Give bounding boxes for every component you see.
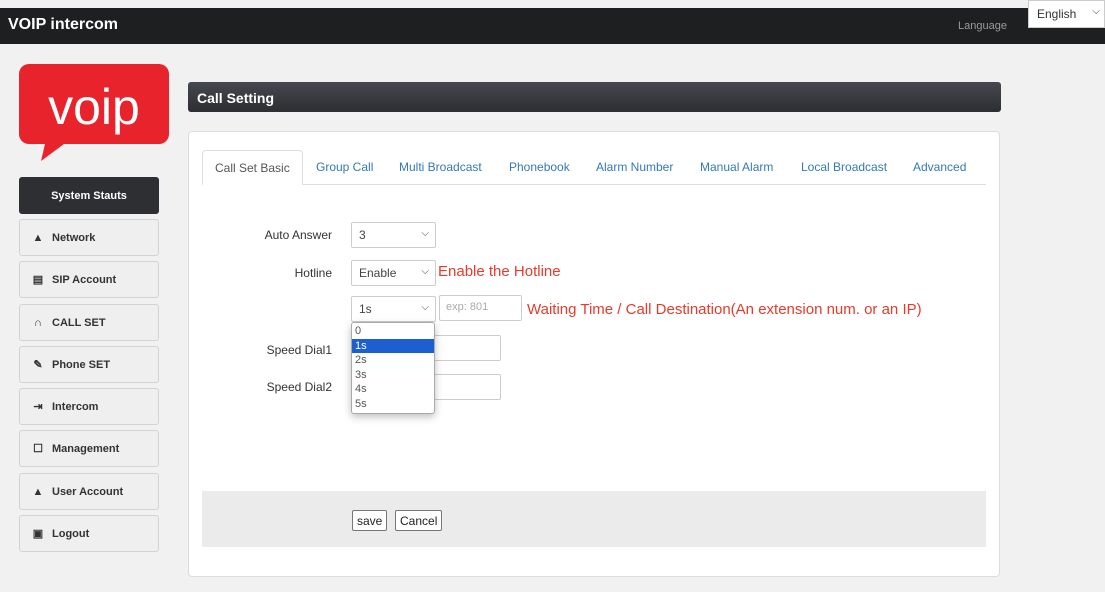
page-title: Call Setting (188, 82, 1001, 112)
tab-call-set-basic[interactable]: Call Set Basic (202, 150, 303, 185)
dropdown-option[interactable]: 3s (352, 368, 434, 383)
sidebar-item-label: Management (52, 442, 120, 455)
language-label: Language (958, 20, 1007, 32)
wait-time-value: 1s (359, 302, 372, 316)
sidebar-item-management[interactable]: ☐ Management (19, 430, 159, 467)
sidebar-item-label: System Stauts (51, 189, 127, 202)
wait-annotation: Waiting Time / Call Destination(An exten… (527, 301, 922, 318)
network-icon: ▲ (32, 231, 44, 244)
hotline-annotation: Enable the Hotline (438, 263, 561, 280)
edit-icon: ☐ (33, 443, 43, 455)
hotline-label: Hotline (294, 266, 332, 280)
tab-multi-broadcast[interactable]: Multi Broadcast (399, 150, 482, 184)
sign-in-icon: ⇥ (33, 401, 43, 413)
sidebar-item-label: Logout (52, 527, 90, 540)
auto-answer-label: Auto Answer (264, 228, 332, 242)
destination-input[interactable]: exp: 801 (439, 295, 522, 321)
top-bar: VOIP intercom Language (0, 8, 1105, 44)
wait-time-select[interactable]: 1s ⌵ (351, 296, 436, 322)
sidebar-item-logout[interactable]: ▣ Logout (19, 515, 159, 552)
speed-dial2-label: Speed Dial2 (266, 380, 332, 394)
pencil-icon: ✎ (33, 359, 43, 371)
tab-phonebook[interactable]: Phonebook (509, 150, 570, 184)
tab-group-call[interactable]: Group Call (316, 150, 373, 184)
sidebar-item-label: Network (52, 231, 96, 244)
auto-answer-value: 3 (359, 228, 366, 242)
sidebar-item-label: SIP Account (52, 273, 117, 286)
speed-dial1-label: Speed Dial1 (266, 343, 332, 357)
language-value: English (1037, 7, 1077, 21)
wait-time-dropdown: 0 1s 2s 3s 4s 5s (351, 322, 435, 414)
tab-bar: Call Set Basic Group Call Multi Broadcas… (202, 150, 986, 185)
sidebar-item-network[interactable]: ▲ Network (19, 219, 159, 256)
sidebar-item-user-account[interactable]: ▲ User Account (19, 473, 159, 510)
book-icon: ▤ (32, 274, 44, 286)
chevron-down-icon: ⌵ (421, 266, 429, 277)
voip-logo: voip (19, 64, 169, 161)
tab-alarm-number[interactable]: Alarm Number (596, 150, 673, 184)
hotline-value: Enable (359, 266, 397, 280)
sidebar-item-label: Phone SET (52, 358, 111, 371)
sidebar-item-label: Intercom (52, 400, 99, 413)
dropdown-option[interactable]: 2s (352, 353, 434, 368)
tab-local-broadcast[interactable]: Local Broadcast (801, 150, 887, 184)
headset-icon: ∩ (34, 316, 42, 329)
sidebar-item-label: CALL SET (52, 316, 106, 329)
sidebar-item-phone-set[interactable]: ✎ Phone SET (19, 346, 159, 383)
dropdown-option[interactable]: 5s (352, 397, 434, 412)
chevron-down-icon: ⌵ (421, 228, 429, 239)
tab-manual-alarm[interactable]: Manual Alarm (700, 150, 773, 184)
cancel-button[interactable]: Cancel (395, 510, 443, 531)
dropdown-option[interactable]: 0 (352, 324, 434, 339)
sidebar-item-intercom[interactable]: ⇥ Intercom (19, 388, 159, 425)
dropdown-option[interactable]: 4s (352, 382, 434, 397)
chevron-down-icon: ⌵ (1092, 6, 1100, 17)
form-footer (202, 491, 986, 547)
language-select[interactable]: English ⌵ (1028, 0, 1105, 28)
user-icon: ▲ (32, 485, 44, 498)
tab-advanced[interactable]: Advanced (913, 150, 966, 184)
sidebar-item-label: User Account (52, 485, 124, 498)
sidebar-item-sip-account[interactable]: ▤ SIP Account (19, 261, 159, 298)
chevron-down-icon: ⌵ (421, 302, 429, 313)
logo-text: voip (48, 79, 140, 135)
sidebar-item-call-set[interactable]: ∩ CALL SET (19, 304, 159, 341)
app-title: VOIP intercom (8, 16, 118, 33)
lock-icon: ▣ (32, 528, 44, 540)
auto-answer-select[interactable]: 3 ⌵ (351, 222, 436, 248)
sidebar-item-system-status[interactable]: System Stauts (19, 177, 159, 214)
save-button[interactable]: save (352, 510, 388, 531)
hotline-select[interactable]: Enable ⌵ (351, 260, 436, 286)
dropdown-option-selected[interactable]: 1s (352, 338, 434, 353)
